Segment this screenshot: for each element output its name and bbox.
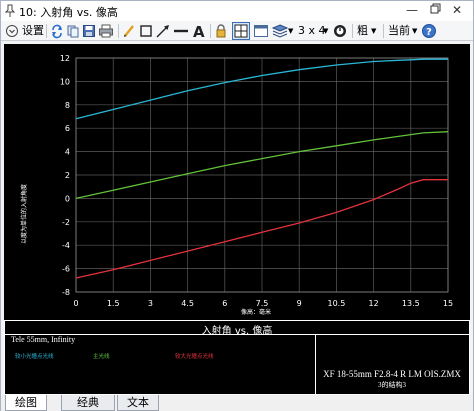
x-tick-label: 12 <box>369 299 379 308</box>
line-icon[interactable] <box>173 23 189 39</box>
close-icon[interactable]: ✕ <box>448 2 466 19</box>
y-tick-label: 6 <box>65 124 70 133</box>
rectangle-icon[interactable] <box>139 23 153 39</box>
x-tick-label: 15 <box>443 299 453 308</box>
pin-icon[interactable] <box>5 4 15 18</box>
help-icon[interactable]: ? <box>421 23 437 39</box>
copy-icon[interactable] <box>66 23 80 39</box>
y-tick-label: 12 <box>60 54 70 63</box>
settings-button[interactable]: 设置 <box>22 23 44 39</box>
y-axis-label: 以度为单位的入射角度 <box>20 184 28 244</box>
info-divider <box>315 334 316 394</box>
x-tick-label: 0 <box>73 299 78 308</box>
toolbar-separator <box>383 24 384 38</box>
layout-size-dropdown-icon[interactable]: ▼ <box>323 23 328 39</box>
toolbar: 设置 A ▼ 3 x 4 ▼ 粗 ▼ 当前 ▼ ? <box>1 21 473 41</box>
y-tick-label: -2 <box>62 218 70 227</box>
incidence-angle-chart: 0 1.5 3 4.5 6 7.5 9 10.5 12 13.5 15 12 10 8 6 4 2 0 -2 -4 -… <box>4 44 470 320</box>
save-icon[interactable] <box>82 23 96 39</box>
y-tick-label: 8 <box>65 101 70 110</box>
line-weight-select[interactable]: 粗 <box>357 23 368 39</box>
tab-graph[interactable]: 绘图 <box>5 395 47 411</box>
y-tick-label: -6 <box>62 265 70 274</box>
y-tick-label: 0 <box>65 194 70 203</box>
analysis-window: 10: 入射角 vs. 像高 — ✕ 设置 A ▼ 3 x 4 ▼ 粗 ▼ 当前… <box>0 0 474 411</box>
legend-small-pupil: 较小光瞳点光线 <box>15 354 54 360</box>
x-tick-label: 13.5 <box>402 299 420 308</box>
layers-dropdown-icon[interactable]: ▼ <box>288 23 293 39</box>
x-tick-label: 7.5 <box>256 299 269 308</box>
tab-classic[interactable]: 经典 <box>61 395 115 411</box>
layers-icon[interactable] <box>272 23 288 39</box>
text-tool-icon[interactable]: A <box>192 23 206 39</box>
lock-icon[interactable] <box>214 23 228 39</box>
legend-large-pupil: 较大光瞳点光线 <box>175 354 214 360</box>
line-weight-dropdown-icon[interactable]: ▼ <box>371 23 376 39</box>
current-select[interactable]: 当前 <box>388 23 410 39</box>
legend-chief-ray: 主光线 <box>93 354 110 360</box>
svg-text:?: ? <box>426 27 432 38</box>
x-tick-label: 3 <box>148 299 153 308</box>
system-description: Tele 55mm, Infinity <box>11 335 76 344</box>
view-tabs: 绘图 经典 文本 <box>1 395 473 411</box>
y-tick-label: -4 <box>62 241 70 250</box>
pencil-icon[interactable] <box>122 23 136 39</box>
arrow-icon[interactable] <box>155 23 171 39</box>
toolbar-separator <box>118 24 119 38</box>
layout-size-select[interactable]: 3 x 4 <box>298 23 326 39</box>
x-tick-label: 9 <box>297 299 302 308</box>
chart-canvas: 0 1.5 3 4.5 6 7.5 9 10.5 12 13.5 15 12 10 8 6 4 2 0 -2 -4 -… <box>20 54 453 316</box>
y-tick-label: 10 <box>60 77 70 86</box>
timer-icon[interactable] <box>333 23 347 39</box>
title-bar: 10: 入射角 vs. 像高 — ✕ <box>1 1 473 21</box>
refresh-icon[interactable] <box>50 23 64 39</box>
window-layout-icon[interactable] <box>253 23 269 39</box>
y-tick-label: 2 <box>65 171 70 180</box>
current-dropdown-icon[interactable]: ▼ <box>412 23 417 39</box>
y-tick-label: -8 <box>62 288 70 297</box>
toolbar-separator <box>210 24 211 38</box>
restore-icon[interactable] <box>425 2 443 19</box>
tab-text[interactable]: 文本 <box>117 395 159 411</box>
x-tick-label: 6 <box>222 299 227 308</box>
y-tick-label: 4 <box>65 148 70 157</box>
info-panel: 入射角 vs. 像高 Tele 55mm, Infinity 较小光瞳点光线 主… <box>4 320 470 395</box>
x-tick-label: 1.5 <box>107 299 120 308</box>
window-title: 10: 入射角 vs. 像高 <box>19 6 118 19</box>
x-tick-label: 10.5 <box>327 299 345 308</box>
toolbar-separator <box>352 24 353 38</box>
minimize-icon[interactable]: — <box>403 2 421 19</box>
svg-text:A: A <box>193 23 205 39</box>
layout-grid-icon[interactable] <box>232 22 250 40</box>
toolbar-separator <box>46 24 47 38</box>
x-tick-label: 4.5 <box>181 299 194 308</box>
print-icon[interactable] <box>98 23 114 39</box>
x-axis-label: 像高：毫米 <box>241 308 271 316</box>
configuration-label: 3的结构3 <box>378 381 406 389</box>
settings-chevron-icon[interactable] <box>5 23 19 39</box>
lens-file-name: XF 18-55mm F2.8-4 R LM OIS.ZMX <box>323 369 461 379</box>
